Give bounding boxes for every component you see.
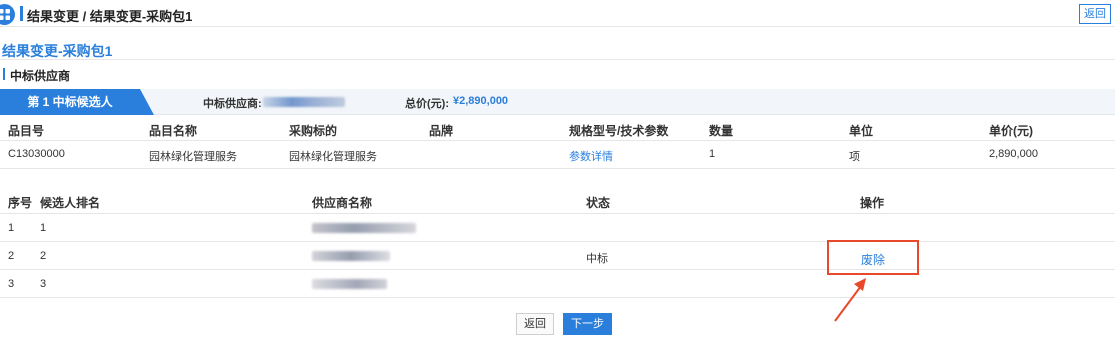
column-header: 供应商名称: [312, 196, 373, 210]
row-seq: 1: [8, 222, 15, 234]
candidates-header-row: 序号 候选人排名 供应商名称 状态 操作: [0, 187, 1115, 214]
candidate-tab-label: 第 1 中标候选人: [27, 95, 113, 109]
row-rank: 3: [40, 278, 47, 290]
row-status: 中标: [586, 253, 608, 265]
annotation-highlight: 废除: [827, 240, 919, 275]
back-button[interactable]: 返回: [1079, 4, 1111, 24]
column-header: 操作: [860, 196, 885, 210]
back-button[interactable]: 返回: [516, 313, 554, 335]
column-header: 候选人排名: [40, 196, 101, 210]
row-rank: 2: [40, 250, 47, 262]
table-row: 3 3: [0, 270, 1115, 298]
items-table: 品目号 品目名称 采购标的 品牌 规格型号/技术参数 数量 单位 单价(元) C…: [0, 117, 1115, 169]
table-row: 1 1: [0, 214, 1115, 242]
candidates-table: 序号 候选人排名 供应商名称 状态 操作 1 1 2 2 中标 3 3: [0, 187, 1115, 298]
column-header: 规格型号/技术参数: [569, 124, 669, 138]
column-header: 品目名称: [149, 124, 198, 138]
breadcrumb: 结果变更 / 结果变更-采购包1: [27, 9, 193, 24]
column-header: 状态: [586, 196, 611, 210]
next-step-button[interactable]: 下一步: [563, 313, 612, 335]
column-header: 品牌: [429, 124, 454, 138]
breadcrumb-marker: [20, 6, 23, 21]
candidate-tab[interactable]: 第 1 中标候选人: [0, 89, 154, 115]
item-quantity: 1: [709, 148, 716, 160]
item-subject: 园林绿化管理服务: [289, 151, 377, 163]
row-rank: 1: [40, 222, 47, 234]
winner-name-redacted: [263, 97, 345, 107]
spec-details-link[interactable]: 参数详情: [569, 148, 613, 164]
grid-icon[interactable]: [0, 4, 15, 25]
item-name: 园林绿化管理服务: [149, 151, 237, 163]
row-seq: 3: [8, 278, 15, 290]
revoke-link[interactable]: 废除: [861, 251, 885, 268]
total-price-label: 总价(元):: [405, 98, 449, 110]
column-header: 单位: [849, 124, 874, 138]
column-header: 单价(元): [989, 124, 1033, 138]
item-unit-price: 2,890,000: [989, 148, 1038, 160]
table-row: C13030000 园林绿化管理服务 园林绿化管理服务 参数详情 1 项 2,8…: [0, 141, 1115, 169]
winner-label: 中标供应商:: [203, 98, 262, 110]
top-bar: 结果变更 / 结果变更-采购包1 返回: [0, 0, 1115, 27]
supplier-name-redacted: [312, 251, 390, 261]
supplier-name-redacted: [312, 223, 416, 233]
supplier-name-redacted: [312, 279, 387, 289]
annotation-arrow-icon: [834, 278, 866, 322]
title-divider: [0, 59, 1115, 60]
column-header: 采购标的: [289, 124, 338, 138]
item-code: C13030000: [8, 148, 65, 160]
items-header-row: 品目号 品目名称 采购标的 品牌 规格型号/技术参数 数量 单位 单价(元): [0, 117, 1115, 141]
total-price-value: ¥2,890,000: [453, 95, 509, 107]
column-header: 序号: [8, 196, 33, 210]
column-header: 品目号: [8, 124, 45, 138]
column-header: 数量: [709, 124, 734, 138]
section-title: 中标供应商: [10, 69, 71, 83]
row-seq: 2: [8, 250, 15, 262]
item-unit: 项: [849, 151, 860, 163]
table-row: 2 2 中标: [0, 242, 1115, 270]
section-marker: [3, 68, 5, 80]
candidate-bar: 第 1 中标候选人 中标供应商: 总价(元): ¥2,890,000: [0, 89, 1115, 115]
page-title: 结果变更-采购包1: [2, 43, 113, 59]
